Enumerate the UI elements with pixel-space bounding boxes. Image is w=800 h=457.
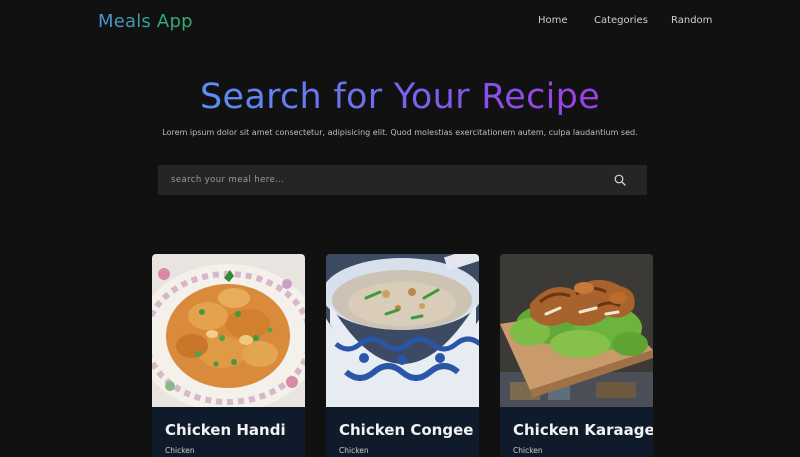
search-button[interactable] <box>605 165 635 195</box>
meal-card[interactable]: Chicken Congee Chicken <box>326 254 479 457</box>
nav-link-random[interactable]: Random <box>671 15 712 26</box>
meal-name: Chicken Karaage <box>513 421 653 439</box>
meal-card-body: Chicken Karaage Chicken <box>500 407 653 455</box>
page: Meals App Home Categories Random Search … <box>0 0 800 457</box>
hero-subtitle: Lorem ipsum dolor sit amet consectetur, … <box>162 128 638 137</box>
meal-image-chicken-handi <box>152 254 305 412</box>
meal-name: Chicken Congee <box>339 421 474 439</box>
meal-category: Chicken <box>513 446 543 455</box>
nav-link-categories[interactable]: Categories <box>594 15 648 26</box>
hero-title-text: Search for Your Recipe <box>199 77 601 117</box>
nav-link-home[interactable]: Home <box>538 15 568 26</box>
search-input[interactable] <box>158 165 605 195</box>
meal-card-body: Chicken Handi Chicken <box>152 407 305 455</box>
meal-card[interactable]: Chicken Karaage Chicken <box>500 254 653 457</box>
meal-name: Chicken Handi <box>165 421 286 439</box>
meal-image-chicken-congee <box>326 254 479 407</box>
meal-category: Chicken <box>339 446 369 455</box>
meal-card[interactable]: Chicken Handi Chicken <box>152 254 305 457</box>
search-icon <box>614 174 626 186</box>
meal-card-body: Chicken Congee Chicken <box>326 407 479 455</box>
meal-image-chicken-karaage <box>500 254 653 407</box>
search-bar <box>158 165 647 195</box>
hero-title: Search for Your Recipe <box>0 77 800 117</box>
app-logo[interactable]: Meals App <box>98 11 193 32</box>
meal-category: Chicken <box>165 446 195 455</box>
